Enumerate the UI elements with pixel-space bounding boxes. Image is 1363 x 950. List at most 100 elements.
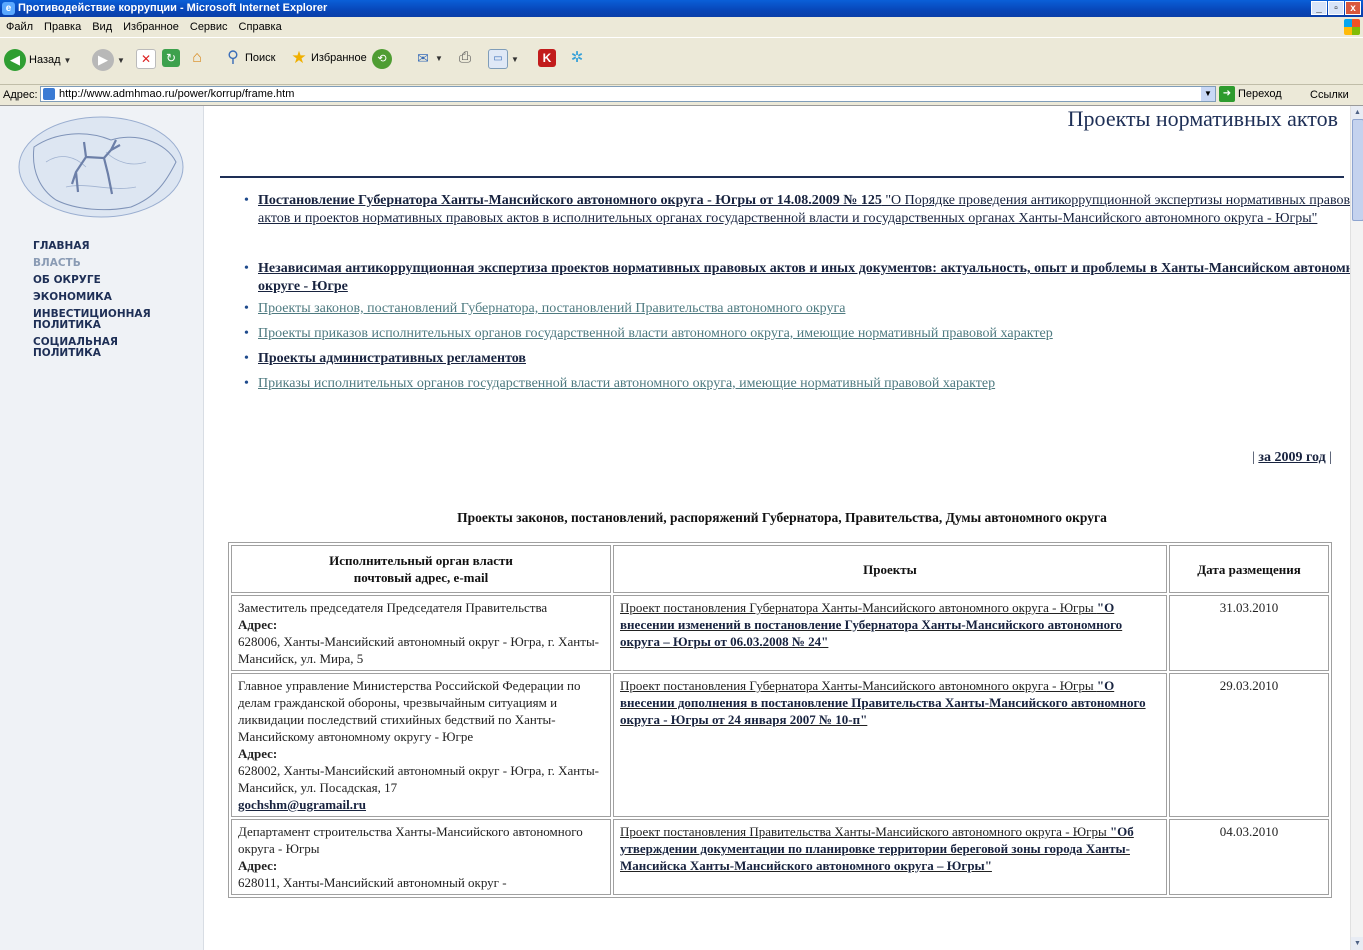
org-email-link[interactable]: gochshm@ugramail.ru [238, 797, 366, 812]
web-page: ГЛАВНАЯ ВЛАСТЬ ОБ ОКРУГЕ ЭКОНОМИКА ИНВЕС… [0, 106, 1363, 950]
header-date: Дата размещения [1169, 545, 1329, 593]
links-button[interactable]: Ссылки [1310, 89, 1349, 101]
page-icon [43, 88, 55, 100]
forward-button[interactable]: ▶ ▼ [92, 49, 125, 71]
section-title: Проекты законов, постановлений, распоряж… [457, 510, 1107, 525]
mail-icon[interactable]: ✉ [414, 49, 432, 67]
forward-dropdown-icon[interactable]: ▼ [117, 56, 125, 65]
menu-tools[interactable]: Сервис [184, 17, 233, 33]
menu-bar: Файл Правка Вид Избранное Сервис Справка [0, 17, 1363, 38]
edit-dropdown-icon[interactable]: ▼ [511, 55, 519, 64]
go-arrow-icon: ➜ [1219, 86, 1235, 102]
org-address: 628002, Ханты-Мансийский автономный окру… [238, 763, 600, 795]
menu-edit[interactable]: Правка [38, 17, 86, 33]
doc-link-executive-orders[interactable]: Приказы исполнительных органов государст… [258, 376, 995, 391]
vertical-scrollbar[interactable]: ▲ ▼ [1350, 106, 1363, 950]
header-org-line1: Исполнительный орган власти [329, 553, 513, 568]
table-header-row: Исполнительный орган власти почтовый адр… [231, 545, 1329, 593]
search-icon: ⚲ [227, 49, 239, 66]
date-cell: 31.03.2010 [1169, 595, 1329, 671]
org-name: Департамент строительства Ханты-Мансийск… [238, 824, 583, 856]
projects-table: Исполнительный орган власти почтовый адр… [228, 542, 1332, 898]
minimize-button[interactable]: _ [1311, 1, 1327, 15]
project-link[interactable]: Проект постановления Правительства Ханты… [620, 824, 1134, 873]
home-icon[interactable]: ⌂ [188, 49, 206, 67]
year-2009-link[interactable]: за 2009 год [1258, 450, 1325, 465]
menu-view[interactable]: Вид [86, 17, 117, 33]
documents-list: Постановление Губернатора Ханты-Мансийск… [220, 192, 1363, 393]
main-navigation: ГЛАВНАЯ ВЛАСТЬ ОБ ОКРУГЕ ЭКОНОМИКА ИНВЕС… [33, 241, 173, 365]
project-link[interactable]: Проект постановления Губернатора Ханты-М… [620, 600, 1122, 649]
sidebar: ГЛАВНАЯ ВЛАСТЬ ОБ ОКРУГЕ ЭКОНОМИКА ИНВЕС… [0, 106, 204, 950]
go-button[interactable]: ➜ Переход [1219, 86, 1282, 102]
stop-icon[interactable]: ✕ [136, 49, 156, 69]
list-item: Приказы исполнительных органов государст… [244, 375, 1363, 393]
window-title-bar: e Противодействие коррупции - Microsoft … [0, 0, 1363, 17]
scroll-down-icon[interactable]: ▼ [1351, 937, 1363, 950]
close-button[interactable]: x [1345, 1, 1361, 15]
list-item: Проекты приказов исполнительных органов … [244, 325, 1363, 343]
back-button[interactable]: ◀ Назад ▼ [4, 49, 71, 71]
project-link[interactable]: Проект постановления Губернатора Ханты-М… [620, 678, 1146, 727]
org-cell: Заместитель председателя Председателя Пр… [231, 595, 611, 671]
doc-link-law-projects[interactable]: Проекты законов, постановлений Губернато… [258, 301, 845, 316]
address-input[interactable]: http://www.admhmao.ru/power/korrup/frame… [40, 86, 1216, 102]
list-item: Постановление Губернатора Ханты-Мансийск… [244, 192, 1363, 248]
go-label: Переход [1238, 88, 1282, 100]
nav-item-home[interactable]: ГЛАВНАЯ [33, 241, 173, 252]
org-cell: Департамент строительства Ханты-Мансийск… [231, 819, 611, 895]
nav-item-economy[interactable]: ЭКОНОМИКА [33, 292, 173, 303]
search-label: Поиск [245, 52, 276, 64]
scroll-up-icon[interactable]: ▲ [1351, 106, 1363, 119]
org-name: Заместитель председателя Председателя Пр… [238, 600, 548, 615]
year-separator-right: | [1329, 450, 1332, 465]
print-icon[interactable]: ⎙ [456, 49, 474, 67]
address-dropdown-icon[interactable]: ▼ [1201, 87, 1215, 101]
region-map-logo-icon [18, 116, 184, 218]
project-cell: Проект постановления Губернатора Ханты-М… [613, 595, 1167, 671]
scroll-thumb[interactable] [1352, 119, 1363, 221]
org-address: 628006, Ханты-Мансийский автономный окру… [238, 634, 600, 666]
edit-icon[interactable]: ▭ [488, 49, 508, 69]
mail-dropdown-icon[interactable]: ▼ [435, 54, 443, 63]
forward-arrow-icon: ▶ [92, 49, 114, 71]
nav-item-about-region[interactable]: ОБ ОКРУГЕ [33, 275, 173, 286]
nav-item-power[interactable]: ВЛАСТЬ [33, 258, 173, 269]
ie-logo-icon: e [2, 2, 15, 15]
table-row: Департамент строительства Ханты-Мансийск… [231, 819, 1329, 895]
favorites-button[interactable]: ★ Избранное [290, 48, 367, 67]
favorites-star-icon: ★ [291, 48, 307, 67]
menu-help[interactable]: Справка [233, 17, 287, 33]
nav-item-social-policy[interactable]: СОЦИАЛЬНАЯ ПОЛИТИКА [33, 337, 143, 359]
doc-link-independent-expertise[interactable]: Независимая антикоррупционная экспертиза… [258, 261, 1363, 294]
org-address: 628011, Ханты-Мансийский автономный окру… [238, 875, 507, 890]
toolbar: ◀ Назад ▼ ▶ ▼ ✕ ↻ ⌂ ⚲ Поиск ★ Избранное … [0, 38, 1363, 85]
refresh-icon[interactable]: ↻ [162, 49, 180, 67]
maximize-button[interactable]: ▫ [1328, 1, 1344, 15]
header-projects: Проекты [613, 545, 1167, 593]
search-button[interactable]: ⚲ Поиск [224, 49, 275, 67]
address-label: Адрес: [238, 746, 278, 761]
menu-file[interactable]: Файл [0, 17, 38, 33]
messenger-icon[interactable]: ✲ [568, 49, 586, 67]
doc-link-governor-decree-125[interactable]: Постановление Губернатора Ханты-Мансийск… [258, 193, 1363, 226]
address-bar: Адрес: http://www.admhmao.ru/power/korru… [0, 85, 1363, 106]
windows-logo-icon [1344, 19, 1360, 35]
list-item: Проекты административных регламентов [244, 350, 1363, 368]
doc-link-order-projects[interactable]: Проекты приказов исполнительных органов … [258, 326, 1053, 341]
back-dropdown-icon[interactable]: ▼ [64, 56, 72, 65]
table-row: Главное управление Министерства Российск… [231, 673, 1329, 817]
address-url: http://www.admhmao.ru/power/korrup/frame… [59, 88, 295, 100]
page-title: Проекты нормативных актов [1067, 106, 1338, 131]
window-title: Противодействие коррупции - Microsoft In… [18, 2, 328, 14]
project-cell: Проект постановления Правительства Ханты… [613, 819, 1167, 895]
back-label: Назад [29, 54, 61, 66]
doc-link-admin-regulations[interactable]: Проекты административных регламентов [258, 351, 526, 366]
menu-favorites[interactable]: Избранное [117, 17, 184, 33]
history-icon[interactable]: ⟲ [372, 49, 392, 69]
kaspersky-icon[interactable]: K [538, 49, 556, 67]
address-label: Адрес: [238, 617, 278, 632]
nav-item-investment-policy[interactable]: ИНВЕСТИЦИОННАЯ ПОЛИТИКА [33, 309, 173, 331]
back-arrow-icon: ◀ [4, 49, 26, 71]
favorites-label: Избранное [311, 52, 367, 64]
